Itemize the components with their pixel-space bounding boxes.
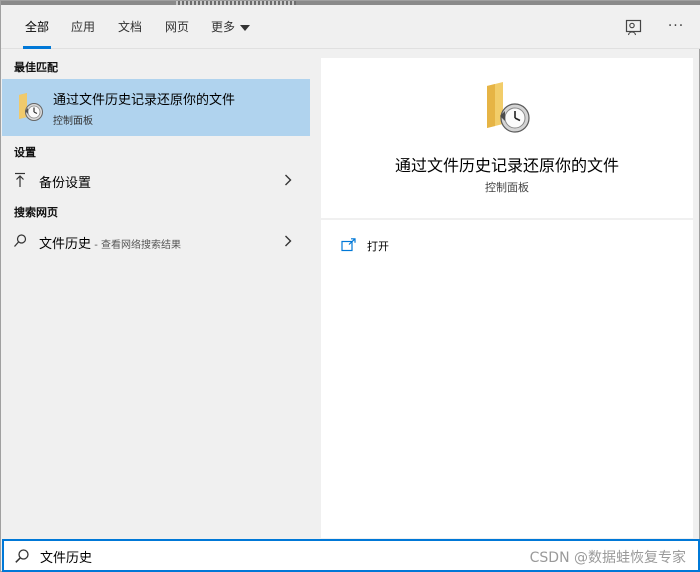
- search-box: CSDN @数据蛙恢复专家: [2, 539, 700, 572]
- open-icon: [341, 238, 357, 252]
- detail-divider: [321, 218, 693, 220]
- chevron-down-icon: [240, 24, 251, 31]
- search-window: 全部 应用 文档 网页 更多 ··· 最佳匹配 通过文件历史记录还原你的文件 控…: [0, 0, 700, 572]
- chevron-right-icon: [284, 235, 292, 247]
- backup-settings-label: 备份设置: [39, 176, 92, 191]
- tab-more[interactable]: 更多: [211, 5, 251, 49]
- tab-all[interactable]: 全部: [22, 5, 52, 49]
- detail-pane: 通过文件历史记录还原你的文件 控制面板 打开: [321, 58, 693, 538]
- tab-more-label: 更多: [211, 20, 236, 34]
- best-match-item[interactable]: 通过文件历史记录还原你的文件 控制面板: [2, 79, 310, 136]
- feedback-icon[interactable]: [625, 19, 647, 39]
- tab-documents[interactable]: 文档: [118, 5, 142, 49]
- file-history-large-icon: [483, 80, 535, 136]
- web-search-item[interactable]: 文件历史 - 查看网络搜索结果: [2, 226, 310, 256]
- open-action-label: 打开: [367, 240, 389, 253]
- search-icon: [13, 233, 27, 249]
- search-icon: [14, 548, 30, 564]
- tab-bar: 全部 应用 文档 网页 更多 ···: [1, 5, 700, 49]
- detail-title: 通过文件历史记录还原你的文件: [394, 156, 619, 175]
- tab-web[interactable]: 网页: [165, 5, 189, 49]
- backup-settings-item[interactable]: 备份设置: [2, 165, 310, 195]
- web-search-hint: - 查看网络搜索结果: [91, 240, 181, 251]
- web-search-label: 文件历史 - 查看网络搜索结果: [39, 233, 181, 252]
- search-input[interactable]: [40, 545, 340, 567]
- backup-arrow-icon: [13, 172, 27, 188]
- more-options-button[interactable]: ···: [665, 15, 687, 37]
- chevron-right-icon: [284, 174, 292, 186]
- file-history-icon: [16, 91, 46, 125]
- results-pane: 最佳匹配 通过文件历史记录还原你的文件 控制面板 设置 备份设置 搜索网页 文件…: [2, 49, 310, 539]
- best-match-subtitle: 控制面板: [53, 116, 93, 127]
- best-match-title: 通过文件历史记录还原你的文件: [53, 93, 236, 108]
- web-search-heading: 搜索网页: [14, 206, 58, 219]
- best-match-heading: 最佳匹配: [14, 61, 58, 74]
- web-search-query: 文件历史: [39, 237, 92, 252]
- watermark: CSDN @数据蛙恢复专家: [529, 550, 686, 566]
- detail-subtitle: 控制面板: [485, 181, 529, 194]
- tab-apps[interactable]: 应用: [71, 5, 95, 49]
- settings-heading: 设置: [14, 146, 36, 159]
